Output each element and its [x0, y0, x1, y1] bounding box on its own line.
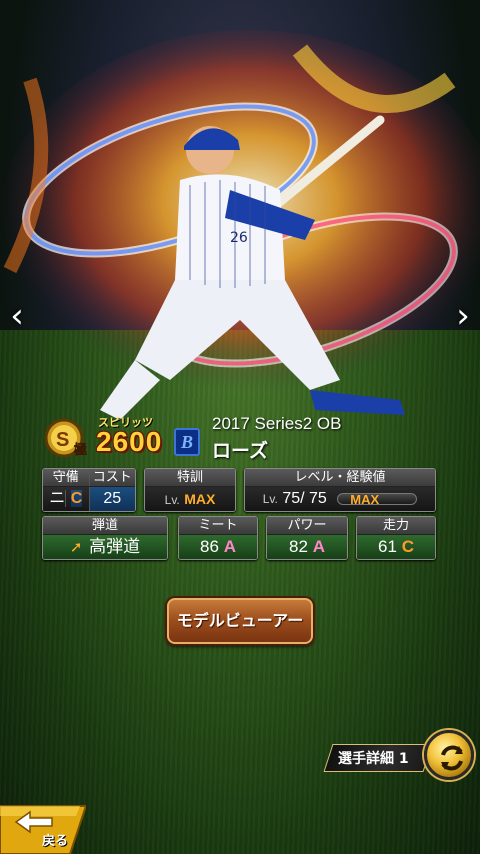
cost-label: コスト: [92, 470, 132, 485]
cost-value: 25: [89, 487, 135, 511]
meet-label: ミート: [179, 517, 257, 535]
training-lv: Lv.: [164, 493, 180, 507]
player-image: 26: [100, 115, 405, 420]
meet-panel: ミート 86 A: [178, 516, 258, 560]
level-panel: レベル・経験値 Lv. 75/ 75 MAX: [244, 468, 436, 512]
speed-grade: C: [401, 537, 414, 556]
team-logo: B: [174, 428, 200, 456]
series-label: 2017 Series2 OB: [212, 414, 342, 433]
level-label: レベル・経験値: [245, 469, 435, 487]
spirit-value: 2600: [96, 426, 163, 457]
meet-value: 86: [200, 537, 219, 556]
level-separator: /: [300, 490, 305, 507]
power-grade: A: [312, 537, 325, 556]
rank-main: S: [56, 429, 69, 451]
player-name: ローズ: [212, 440, 269, 462]
power-label: パワー: [267, 517, 347, 535]
speed-value: 61: [378, 537, 397, 556]
position-value: ニ: [49, 490, 67, 507]
level-max: 75: [309, 490, 327, 507]
level-current: 75: [282, 490, 301, 507]
rank-badge: S 極: [44, 418, 87, 458]
exp-bar: MAX: [337, 492, 418, 507]
chevron-left-icon[interactable]: ‹: [4, 296, 30, 336]
trajectory-value: 高弾道: [89, 537, 141, 556]
speed-panel: 走力 61 C: [356, 516, 436, 560]
level-lv: Lv.: [262, 492, 278, 506]
power-panel: パワー 82 A: [266, 516, 348, 560]
player-detail-label[interactable]: 選手詳細 1: [338, 748, 409, 768]
defense-label: 守備: [43, 469, 90, 486]
meet-grade: A: [223, 537, 236, 556]
power-value: 82: [289, 537, 308, 556]
chevron-right-icon[interactable]: ›: [450, 296, 476, 336]
back-label[interactable]: 戻る: [42, 830, 68, 849]
refresh-icon[interactable]: [424, 730, 474, 780]
training-label: 特訓: [145, 469, 235, 487]
rank-sub: 極: [73, 442, 87, 458]
exp-state: MAX: [350, 491, 380, 507]
speed-label: 走力: [357, 517, 435, 535]
defense-value: ニ C: [43, 487, 90, 511]
trajectory-label: 弾道: [43, 517, 167, 535]
training-value: MAX: [184, 491, 216, 507]
defense-cost-panel: 守備 コスト ニ C 25: [42, 468, 136, 512]
svg-text:26: 26: [230, 230, 248, 246]
defense-grade: C: [70, 490, 83, 507]
model-viewer-button[interactable]: モデルビューアー: [167, 598, 313, 644]
trajectory-panel: 弾道 ➚ 高弾道: [42, 516, 168, 560]
training-panel: 特訓 Lv. MAX: [144, 468, 236, 512]
arrow-up-right-icon: ➚: [69, 539, 83, 556]
